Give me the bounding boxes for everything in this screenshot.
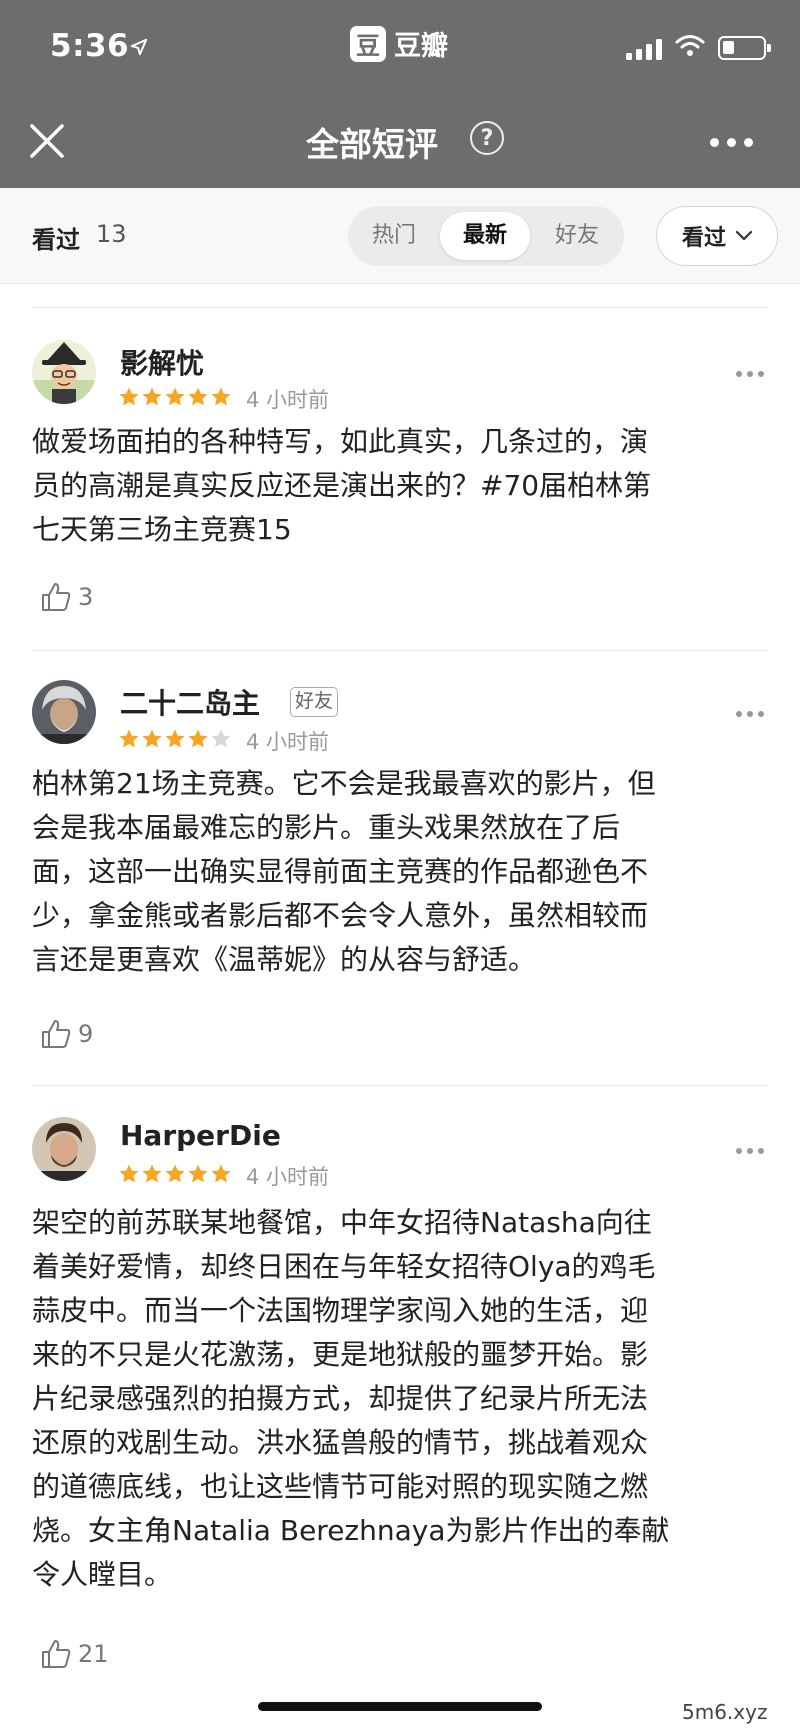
review-author[interactable]: 二十二岛主 [120, 682, 260, 722]
review-more-icon[interactable] [736, 711, 764, 717]
watermark: 5m6.xyz [682, 1700, 768, 1724]
star-filled-icon [211, 1164, 231, 1183]
divider [32, 307, 768, 308]
dropdown-label: 看过 [681, 226, 726, 251]
review-time: 4 小时前 [246, 388, 330, 412]
close-button[interactable] [28, 122, 66, 160]
like-count: 21 [78, 1640, 109, 1668]
avatar[interactable] [32, 680, 96, 744]
thumbs-up-icon [42, 1640, 71, 1668]
tab-hot[interactable]: 热门 [354, 212, 434, 260]
status-time: 5:36 [50, 28, 130, 64]
more-options-icon[interactable] [710, 138, 753, 147]
star-filled-icon [142, 1164, 162, 1183]
brand-name: 豆瓣 [394, 31, 448, 62]
review-more-icon[interactable] [736, 1148, 764, 1154]
review-text: 柏林第21场主竞赛。它不会是我最喜欢的影片，但 会是我本届最难忘的影片。重头戏果… [32, 767, 656, 976]
top-bar: 5:36 豆 豆瓣 全部短评 ? [0, 0, 800, 188]
star-filled-icon [142, 729, 162, 748]
thumbs-up-icon [42, 583, 71, 611]
star-filled-icon [119, 387, 139, 406]
douban-logo-icon: 豆 [350, 25, 386, 62]
like-button[interactable]: 21 [40, 1638, 109, 1670]
chevron-down-icon [736, 231, 752, 241]
thumbs-up-icon [42, 1020, 71, 1048]
like-button[interactable]: 9 [40, 1018, 93, 1050]
like-count: 9 [78, 1020, 94, 1048]
review-author[interactable]: 影解忧 [120, 342, 204, 382]
star-filled-icon [165, 729, 185, 748]
star-filled-icon [211, 387, 231, 406]
review-time: 4 小时前 [246, 1165, 330, 1189]
star-filled-icon [142, 387, 162, 406]
sort-segmented-control: 热门 最新 好友 [348, 206, 624, 266]
review-text: 架空的前苏联某地餐馆，中年女招待Natasha向往 着美好爱情，却终日困在与年轻… [32, 1206, 670, 1591]
star-filled-icon [165, 387, 185, 406]
star-filled-icon [188, 729, 208, 748]
divider [32, 1085, 768, 1086]
filter-bar: 看过 13 热门 最新 好友 看过 [0, 188, 800, 284]
star-filled-icon [165, 1164, 185, 1183]
app-brand: 豆 豆瓣 [350, 24, 448, 63]
help-icon[interactable]: ? [470, 121, 504, 155]
review-text: 做爱场面拍的各种特写，如此真实，几条过的，演 员的高潮是真实反应还是演出来的？#… [32, 425, 652, 546]
status-dropdown[interactable]: 看过 [656, 206, 778, 266]
wifi-icon [675, 35, 705, 56]
star-filled-icon [188, 387, 208, 406]
divider [32, 650, 768, 651]
seen-count: 13 [96, 220, 127, 248]
star-filled-icon [188, 1164, 208, 1183]
rating-stars [118, 728, 232, 750]
tab-friends[interactable]: 好友 [536, 212, 618, 260]
rating-stars [118, 1163, 232, 1185]
like-button[interactable]: 3 [40, 581, 93, 613]
review-author[interactable]: HarperDie [120, 1119, 281, 1152]
location-arrow-icon [130, 38, 148, 56]
cellular-signal-icon [626, 38, 662, 60]
seen-label: 看过 [32, 226, 80, 254]
avatar[interactable] [32, 1117, 96, 1181]
rating-stars [118, 386, 232, 408]
star-filled-icon [119, 729, 139, 748]
like-count: 3 [78, 583, 94, 611]
review-more-icon[interactable] [736, 371, 764, 377]
friend-badge: 好友 [290, 687, 339, 717]
battery-icon [718, 36, 771, 60]
avatar[interactable] [32, 340, 96, 404]
tab-latest[interactable]: 最新 [440, 212, 530, 260]
home-indicator[interactable] [258, 1702, 542, 1711]
star-filled-icon [119, 1164, 139, 1183]
star-empty-icon [211, 729, 231, 748]
page-title: 全部短评 [306, 125, 438, 164]
review-time: 4 小时前 [246, 730, 330, 754]
